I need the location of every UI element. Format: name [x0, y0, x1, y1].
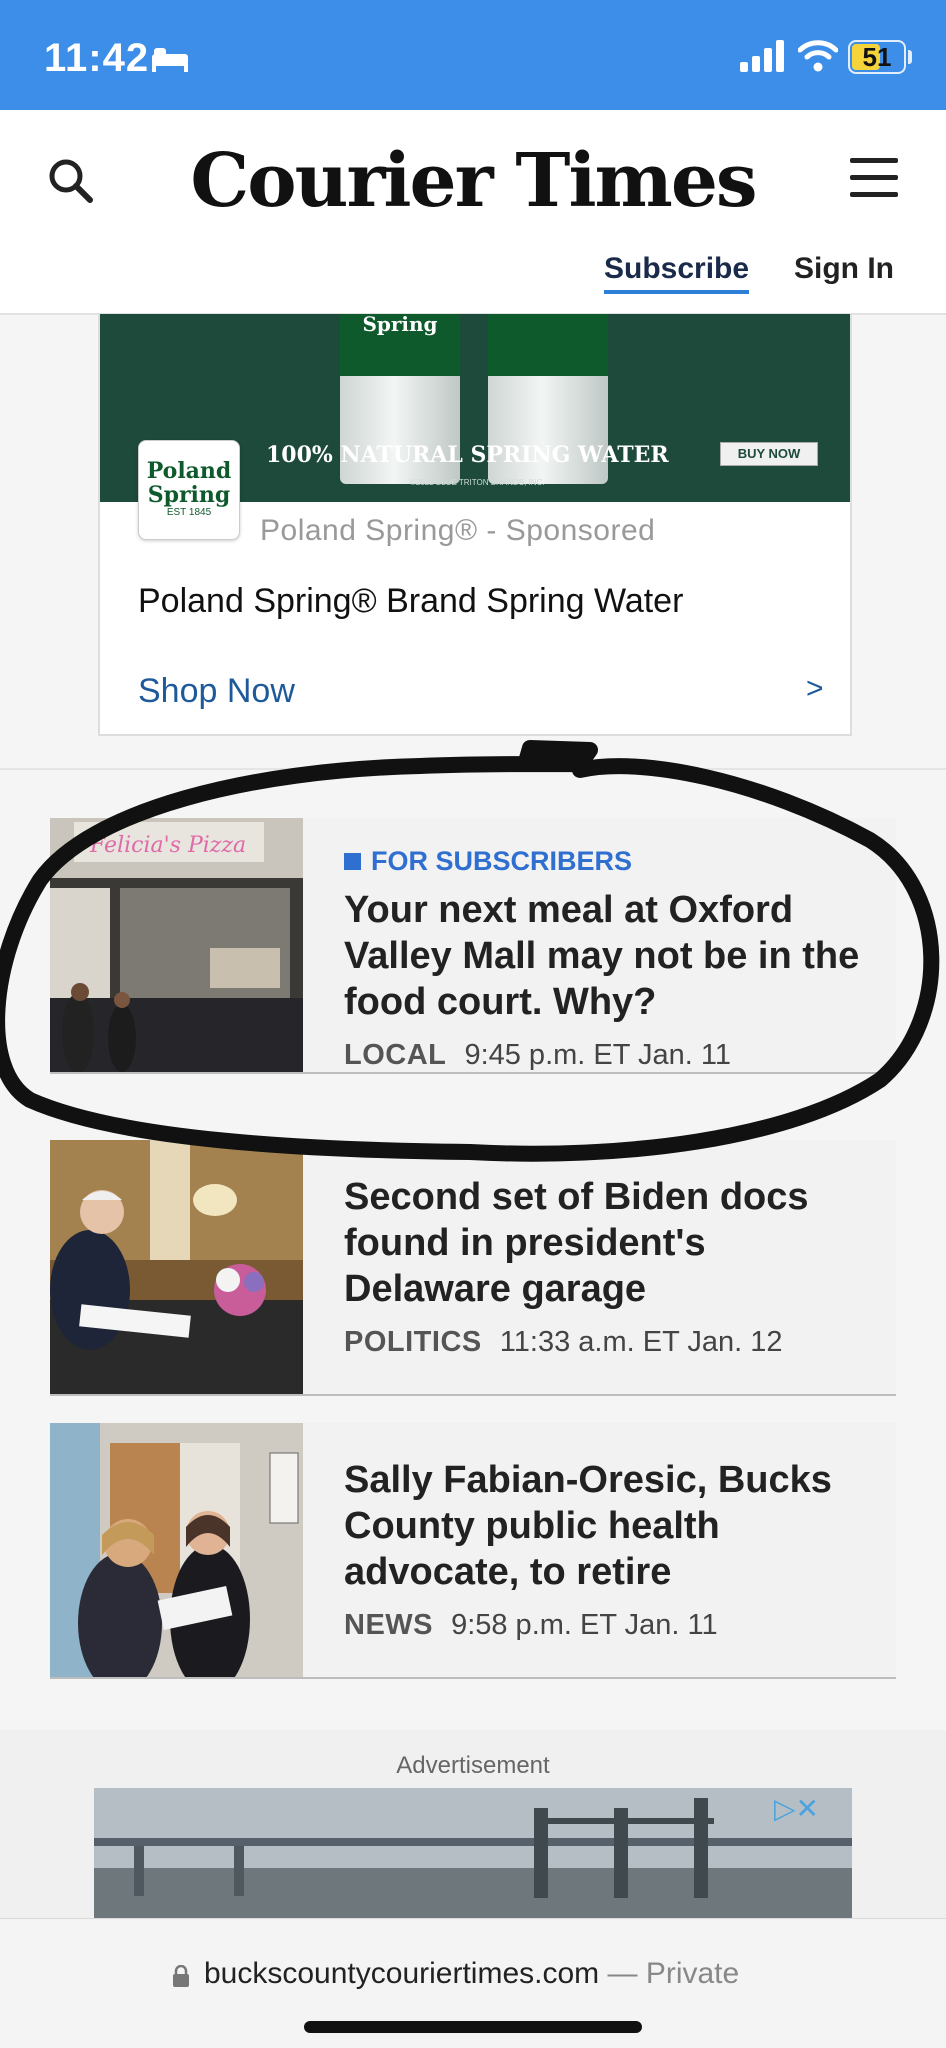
story-thumbnail-image[interactable]: [50, 1140, 303, 1394]
url-text[interactable]: buckscountycouriertimes.com — Private: [204, 1957, 739, 1991]
lock-icon: [173, 1965, 189, 1987]
story-headline[interactable]: Your next meal at Oxford Valley Mall may…: [344, 887, 874, 1025]
story-section[interactable]: LOCAL: [344, 1039, 446, 1071]
hamburger-menu-icon[interactable]: [850, 158, 898, 198]
story-text: Second set of Biden docs found in presid…: [344, 1174, 874, 1359]
story-card[interactable]: Sally Fabian-Oresic, Bucks County public…: [50, 1423, 896, 1679]
story-section[interactable]: POLITICS: [344, 1326, 482, 1358]
story-meta: LOCAL 9:45 p.m. ET Jan. 11: [344, 1039, 874, 1072]
ad-title[interactable]: Poland Spring® Brand Spring Water: [138, 582, 683, 621]
private-label: — Private: [599, 1957, 740, 1990]
ad-banner-copyright: ©2022 BLUE TRITON BRANDS, INC.: [410, 478, 545, 487]
chevron-right-icon[interactable]: >: [806, 672, 824, 706]
status-time: 11:42: [44, 36, 150, 80]
browser-url-bar[interactable]: buckscountycouriertimes.com — Private: [0, 1918, 946, 2048]
subscriber-label: FOR SUBSCRIBERS: [344, 846, 874, 877]
story-card[interactable]: Felicia's Pizza FOR SUBSCRIBERS Your nex…: [50, 818, 896, 1074]
status-bar: 11:42 51: [0, 0, 946, 110]
svg-text:Felicia's Pizza: Felicia's Pizza: [89, 833, 246, 858]
wifi-icon: [798, 40, 838, 72]
home-indicator[interactable]: [304, 2021, 642, 2033]
story-meta: NEWS 9:58 p.m. ET Jan. 11: [344, 1609, 874, 1642]
story-meta: POLITICS 11:33 a.m. ET Jan. 12: [344, 1326, 874, 1359]
signal-icon: [740, 40, 784, 72]
story-section[interactable]: NEWS: [344, 1609, 433, 1641]
subscribe-link[interactable]: Subscribe: [604, 252, 750, 294]
battery-level: 51: [862, 42, 892, 72]
story-card[interactable]: Second set of Biden docs found in presid…: [50, 1140, 896, 1396]
story-thumbnail-image[interactable]: [50, 1423, 303, 1677]
battery-icon: 51: [848, 40, 906, 74]
story-thumbnail-image[interactable]: Felicia's Pizza: [50, 818, 303, 1072]
shop-now-link[interactable]: Shop Now: [138, 672, 295, 711]
section-divider: [0, 768, 946, 770]
site-logo[interactable]: Courier Times: [150, 138, 796, 224]
story-headline[interactable]: Second set of Biden docs found in presid…: [344, 1174, 874, 1312]
ad-sponsor-line: Poland Spring® - Sponsored: [260, 514, 656, 547]
story-timestamp: 11:33 a.m. ET Jan. 12: [499, 1326, 783, 1358]
poland-spring-logo: Poland Spring EST 1845: [138, 440, 240, 540]
sponsored-ad-card[interactable]: Spring 100% NATURAL SPRING WATER ©2022 B…: [98, 314, 852, 736]
story-headline[interactable]: Sally Fabian-Oresic, Bucks County public…: [344, 1457, 874, 1595]
story-timestamp: 9:58 p.m. ET Jan. 11: [451, 1609, 718, 1641]
story-text: FOR SUBSCRIBERS Your next meal at Oxford…: [344, 846, 874, 1072]
site-header: Courier Times Subscribe Sign In: [0, 110, 946, 315]
sign-in-link[interactable]: Sign In: [794, 252, 894, 286]
subscriber-square-icon: [344, 853, 361, 870]
story-text: Sally Fabian-Oresic, Bucks County public…: [344, 1457, 874, 1642]
advertisement-label: Advertisement: [396, 1752, 550, 1779]
url-domain: buckscountycouriertimes.com: [204, 1957, 600, 1990]
ad-banner-headline: 100% NATURAL SPRING WATER: [266, 442, 669, 468]
advertisement-image[interactable]: [94, 1788, 852, 1918]
adchoices-icon[interactable]: ▷✕: [774, 1792, 848, 1824]
buy-now-button[interactable]: BUY NOW: [720, 442, 818, 466]
story-timestamp: 9:45 p.m. ET Jan. 11: [464, 1039, 731, 1071]
search-icon[interactable]: [44, 154, 100, 210]
battery-tip: [908, 50, 912, 64]
bed-icon: [152, 48, 188, 72]
